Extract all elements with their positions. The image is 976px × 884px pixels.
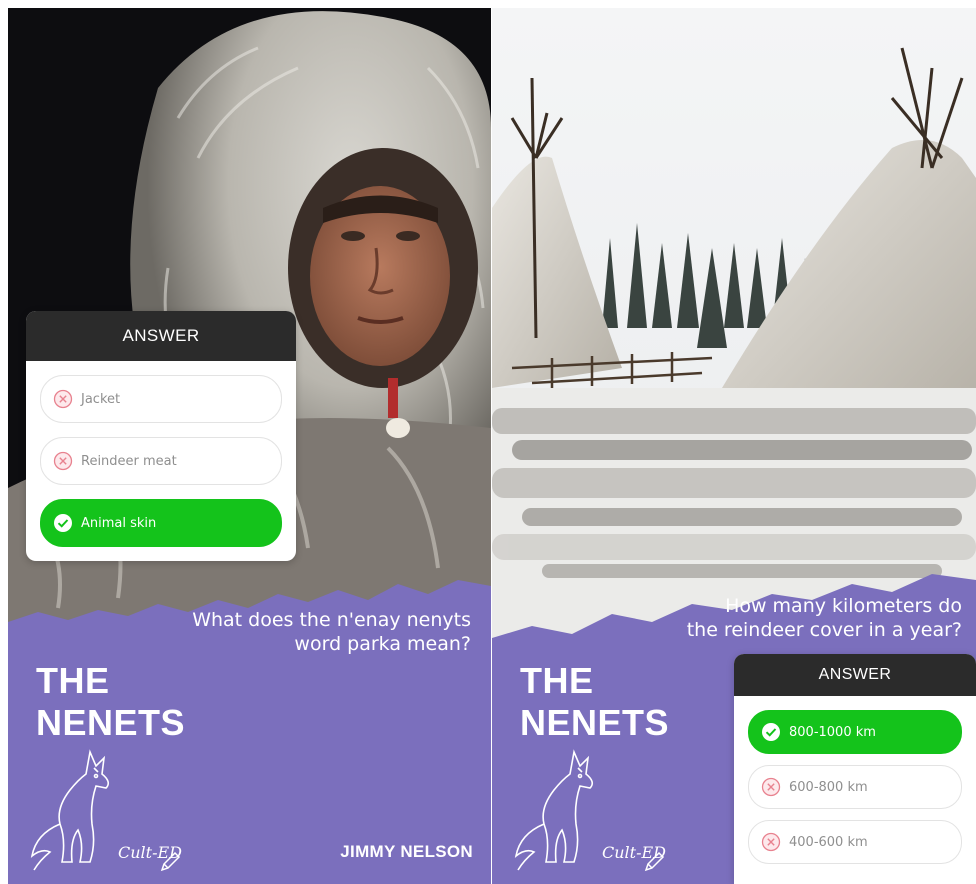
answer-option-400-600-km[interactable]: 400-600 km (748, 820, 962, 864)
quiz-panel-right: How many kilometers do the reindeer cove… (492, 8, 976, 884)
x-circle-icon (761, 832, 781, 852)
answer-option-600-800-km[interactable]: 600-800 km (748, 765, 962, 809)
answer-option-label: Animal skin (81, 515, 157, 531)
check-circle-icon (762, 723, 780, 741)
brand-line-2: NENETS (36, 702, 186, 743)
answer-card-title: ANSWER (734, 654, 976, 696)
quiz-panel-left: What does the n'enay nenyts word parka m… (8, 8, 491, 884)
answer-option-animal-skin[interactable]: Animal skin (40, 499, 282, 547)
answer-card-title: ANSWER (26, 311, 296, 361)
fox-logo-icon (514, 749, 594, 871)
author-name: JIMMY NELSON (340, 842, 473, 861)
question-line-2: word parka mean? (294, 633, 471, 655)
answer-option-label: 400-600 km (789, 834, 868, 850)
pencil-icon (644, 851, 665, 872)
answer-option-label: Reindeer meat (81, 453, 177, 469)
answer-option-label: 600-800 km (789, 779, 868, 795)
answer-card: ANSWER 800-1000 km 600-800 km 400-600 km (734, 654, 976, 884)
pencil-icon (160, 851, 181, 872)
brand-title: THE NENETS (520, 660, 669, 744)
answer-option-jacket[interactable]: Jacket (40, 375, 282, 423)
brand-line-2: NENETS (520, 702, 670, 743)
brand-title: THE NENETS (36, 660, 185, 744)
question-line-1: How many kilometers do (725, 595, 962, 617)
question-line-2: the reindeer cover in a year? (686, 619, 962, 641)
question-text: What does the n'enay nenyts word parka m… (192, 608, 471, 656)
brand-line-1: THE (520, 660, 594, 701)
answer-option-label: 800-1000 km (789, 724, 876, 740)
answer-option-reindeer-meat[interactable]: Reindeer meat (40, 437, 282, 485)
answer-option-label: Jacket (81, 391, 121, 407)
fox-logo-icon (30, 749, 110, 871)
x-circle-icon (761, 777, 781, 797)
x-circle-icon (53, 389, 73, 409)
answer-card: ANSWER Jacket Reindeer meat Animal skin (26, 311, 296, 561)
question-line-1: What does the n'enay nenyts (192, 609, 471, 631)
check-circle-icon (54, 514, 72, 532)
answer-option-800-1000-km[interactable]: 800-1000 km (748, 710, 962, 754)
question-text: How many kilometers do the reindeer cove… (687, 594, 962, 642)
brand-line-1: THE (36, 660, 110, 701)
x-circle-icon (53, 451, 73, 471)
